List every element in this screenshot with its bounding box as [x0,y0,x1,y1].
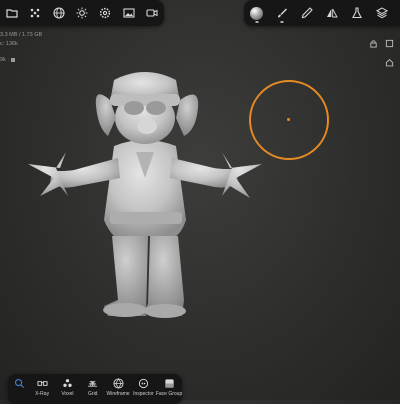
status-readout: 9k · [0,57,15,63]
face-group-label: Face Group [155,391,183,397]
vertex-count: c: 136k [0,41,18,47]
memory-usage: 3.3 MB / 1.73 GB [0,32,43,38]
grid-dots-icon[interactable] [23,0,46,26]
top-right-toolbar [244,0,400,26]
voxel-label: Voxel [61,391,74,397]
flask-icon[interactable] [344,0,369,26]
gear-icon[interactable] [94,0,117,26]
status-text: 9k · [0,57,11,63]
fullscreen-icon[interactable] [385,35,394,48]
wireframe-icon [113,378,124,389]
xray-glasses-icon [37,381,48,386]
xray-label: X-Ray [35,391,50,397]
search-icon [15,379,25,389]
status-square-icon [10,57,15,62]
grid-icon [88,381,98,387]
sphere-mesh-icon[interactable] [47,0,70,26]
camera-icon[interactable] [141,0,164,26]
inspector-label: Inspector [133,391,154,397]
brush-center-dot [287,118,290,121]
wireframe-label: Wireframe [106,391,130,397]
folder-icon[interactable] [0,0,23,26]
sculpt-model [28,72,262,318]
symmetry-icon[interactable] [319,0,344,26]
inspector-icon [138,378,148,389]
top-left-toolbar [0,0,164,26]
layers-icon[interactable] [369,0,394,26]
pen-icon[interactable] [294,0,319,26]
lock-icon[interactable] [369,35,378,48]
grid-label: Grid [88,391,98,397]
face-group-icon [164,379,174,388]
home-icon[interactable] [385,54,394,67]
material-sphere-icon[interactable] [244,0,269,26]
voxel-icon [63,379,72,387]
brush-icon[interactable] [269,0,294,26]
sun-icon[interactable] [70,0,93,26]
image-icon[interactable] [117,0,140,26]
